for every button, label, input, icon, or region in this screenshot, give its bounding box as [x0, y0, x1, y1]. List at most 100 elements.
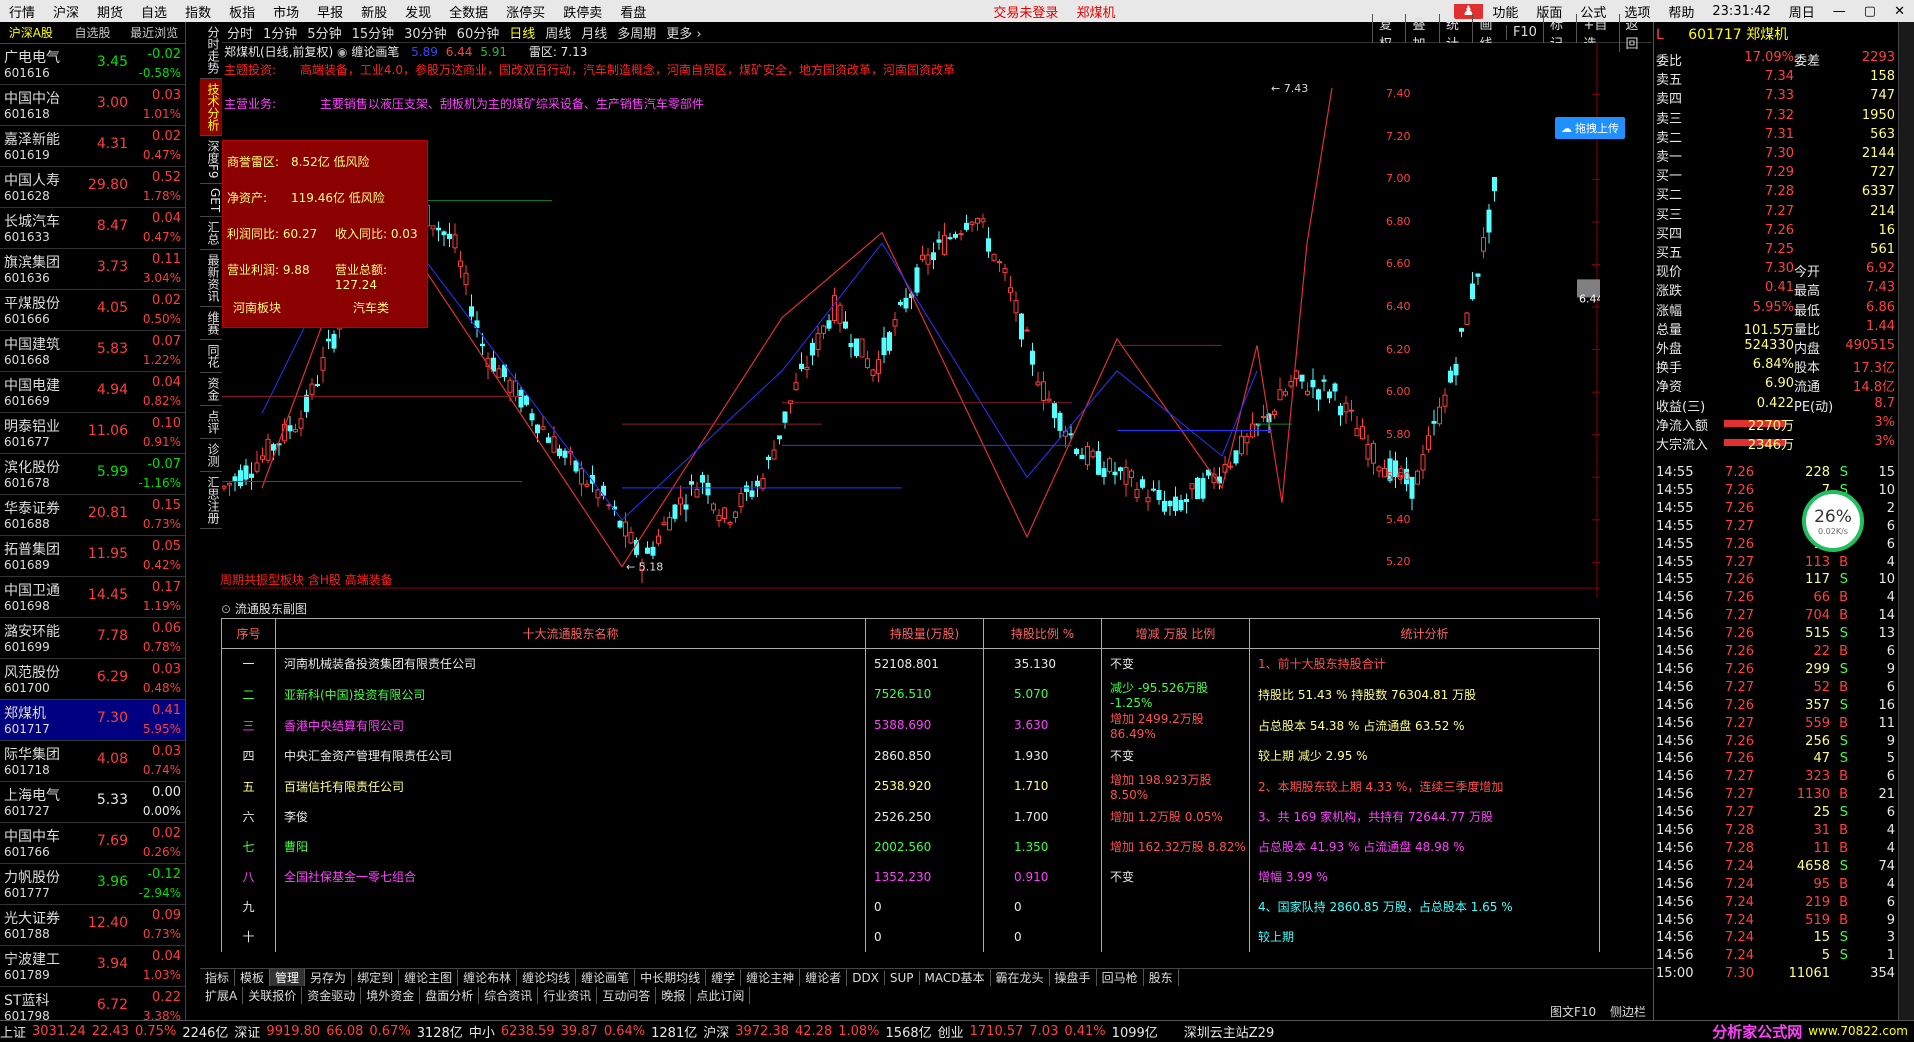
tab-recent[interactable]: 最近浏览 [123, 24, 185, 41]
period-7[interactable]: 周线 [540, 23, 576, 42]
table-row[interactable]: 一河南机械装备投资集团有限责任公司 52108.801 35.130 不变 1、前十大股… [221, 648, 1600, 679]
period-0[interactable]: 分时 [222, 23, 258, 42]
vtab-0[interactable]: 分时走势 [200, 22, 222, 79]
indicator-5[interactable]: 缠论主图 [399, 969, 459, 986]
restore-icon[interactable]: ▢ [1855, 4, 1885, 19]
stock-row[interactable]: 中国人寿 601628 29.80 0.52 1.78% [0, 167, 185, 208]
stock-row[interactable]: 明泰铝业 601677 11.06 0.10 0.91% [0, 413, 185, 454]
period-9[interactable]: 多周期 [612, 23, 661, 42]
menu-item-11[interactable]: 涨停买 [497, 2, 554, 21]
indicator-15[interactable]: MACD基本 [920, 969, 991, 986]
stock-row[interactable]: 中国电建 601669 4.94 0.04 0.82% [0, 372, 185, 413]
table-row[interactable]: 四中央汇金资产管理有限责任公司 2860.850 1.930 不变 较上期 减少 2.9… [221, 740, 1600, 771]
tab-hs-a[interactable]: 沪深A股 [0, 24, 62, 41]
minimize-icon[interactable]: — [1824, 4, 1855, 19]
table-row[interactable]: 八全国社保基金一零七组合 1352.230 0.910 不变 增幅 3.99 % [221, 861, 1600, 892]
extension-5[interactable]: 综合资讯 [479, 986, 539, 1004]
period-6[interactable]: 日线 [504, 23, 540, 42]
indicator-13[interactable]: DDX [847, 970, 885, 985]
stock-row[interactable]: 中国卫通 601698 14.45 0.17 1.19% [0, 577, 185, 618]
tool-4[interactable]: F10 [1505, 25, 1543, 40]
shareholder-tab[interactable]: ⊙ 流通股东副图 [221, 600, 307, 617]
period-10[interactable]: 更多 › [661, 23, 706, 42]
menu-item-3[interactable]: 自选 [132, 2, 176, 21]
period-2[interactable]: 5分钟 [302, 23, 346, 42]
menu-item-12[interactable]: 跌停卖 [554, 2, 611, 21]
vtab-5[interactable]: 最新资讯 [200, 250, 222, 307]
indicator-10[interactable]: 缠学 [706, 969, 742, 986]
table-row[interactable]: 三香港中央结算有限公司 5388.690 3.630 增加 2499.2万股 86.4… [221, 709, 1600, 741]
menu-item-9[interactable]: 发现 [396, 2, 440, 21]
collapse-icon[interactable]: ⊙ [221, 602, 231, 616]
menu-item-5[interactable]: 板指 [220, 2, 264, 21]
table-row[interactable]: 六李俊 2526.250 1.700 增加 1.2万股 0.05% 3、共 169 家机… [221, 801, 1600, 832]
indicator-9[interactable]: 中长期均线 [635, 969, 707, 986]
index-zx-label[interactable]: 中小 [469, 1022, 495, 1041]
indicator-14[interactable]: SUP [885, 970, 920, 985]
extension-0[interactable]: 扩展A [200, 986, 244, 1004]
extension-7[interactable]: 互动问答 [597, 986, 657, 1004]
vtab-10[interactable]: 诊测 [200, 439, 222, 472]
index-sz-label[interactable]: 深证 [234, 1022, 260, 1041]
table-row[interactable]: 十 0 0 较上期 [221, 921, 1600, 952]
extension-4[interactable]: 盘面分析 [420, 986, 480, 1004]
stock-row[interactable]: 宁波建工 601789 3.94 0.04 1.03% [0, 946, 185, 987]
server-name[interactable]: 深圳云主站Z29 [1184, 1022, 1274, 1041]
menu-item-6[interactable]: 市场 [264, 2, 308, 21]
period-5[interactable]: 60分钟 [452, 23, 505, 42]
stock-row[interactable]: 广电电气 601616 3.45 -0.02 -0.58% [0, 44, 185, 85]
table-row[interactable]: 五百瑞信托有限责任公司 2538.920 1.710 增加 198.923万股 8.5… [221, 770, 1600, 802]
tab-favorites[interactable]: 自选股 [62, 24, 124, 41]
stock-row[interactable]: 中国中车 601766 7.69 0.02 0.26% [0, 823, 185, 864]
indicator-11[interactable]: 缠论主神 [741, 969, 801, 986]
extension-2[interactable]: 资金驱动 [302, 986, 362, 1004]
stock-row[interactable]: 滨化股份 601678 5.99 -0.07 -1.16% [0, 454, 185, 495]
index-cy-label[interactable]: 创业 [938, 1022, 964, 1041]
stock-row[interactable]: 际华集团 601718 4.08 0.03 0.74% [0, 741, 185, 782]
vtab-4[interactable]: 汇总 [200, 217, 222, 250]
menu-item-2[interactable]: 期货 [88, 2, 132, 21]
menu-item-4[interactable]: 指数 [176, 2, 220, 21]
indicator-2[interactable]: 管理 [270, 969, 306, 986]
stock-row[interactable]: 中国中冶 601618 3.00 0.03 1.01% [0, 85, 185, 126]
extension-9[interactable]: 点此订阅 [691, 986, 751, 1004]
stock-row[interactable]: 光大证券 601788 12.40 0.09 0.73% [0, 905, 185, 946]
login-status[interactable]: 交易未登录 [984, 2, 1067, 21]
menu-item-7[interactable]: 早报 [308, 2, 352, 21]
indicator-3[interactable]: 另存为 [305, 969, 353, 986]
indicator-12[interactable]: 缠论者 [800, 969, 848, 986]
indicator-4[interactable]: 绑定到 [352, 969, 400, 986]
sidebar-toggle[interactable]: 侧边栏 [1610, 1003, 1646, 1020]
menu-item-13[interactable]: 看盘 [611, 2, 655, 21]
vtab-8[interactable]: 资金 [200, 373, 222, 406]
extension-8[interactable]: 晚报 [656, 986, 692, 1004]
stock-row[interactable]: 长城汽车 601633 8.47 0.04 0.47% [0, 208, 185, 249]
stock-row[interactable]: 上海电气 601727 5.33 0.00 0.00% [0, 782, 185, 823]
extension-6[interactable]: 行业资讯 [538, 986, 598, 1004]
indicator-19[interactable]: 股东 [1144, 969, 1179, 986]
vtab-9[interactable]: 点评 [200, 406, 222, 439]
table-row[interactable]: 七曹阳 2002.560 1.350 增加 162.32万股 8.82% 占总股本 41… [221, 831, 1600, 862]
stock-row[interactable]: 华泰证券 601688 20.81 0.15 0.73% [0, 495, 185, 536]
table-row[interactable]: 九 0 0 4、国家队持 2860.85 万股，占总股本 1.65 % [221, 891, 1600, 922]
f10-button[interactable]: 图文F10 [1550, 1003, 1596, 1020]
vtab-7[interactable]: 同花 [200, 340, 222, 373]
vtab-6[interactable]: 维赛 [200, 307, 222, 340]
stock-row[interactable]: 平煤股份 601666 4.05 0.02 0.50% [0, 290, 185, 331]
menu-item-10[interactable]: 全数据 [440, 2, 497, 21]
stock-row[interactable]: 郑煤机 601717 7.30 0.41 5.95% [0, 700, 185, 741]
upload-button[interactable]: ☁ 拖拽上传 [1555, 117, 1625, 139]
indicator-1[interactable]: 模板 [235, 969, 271, 986]
period-4[interactable]: 30分钟 [399, 23, 452, 42]
indicator-16[interactable]: 霸在龙头 [991, 969, 1050, 986]
table-row[interactable]: 二亚新科(中国)投资有限公司 7526.510 5.070 减少 -95.526万股 … [221, 678, 1600, 710]
vtab-2[interactable]: 深度F9 [200, 136, 222, 184]
menu-item-0[interactable]: 行情 [0, 2, 44, 21]
indicator-0[interactable]: 指标 [200, 969, 236, 986]
vtab-11[interactable]: 汇思注册 [200, 472, 222, 529]
stock-row[interactable]: 旗滨集团 601636 3.73 0.11 3.04% [0, 249, 185, 290]
period-8[interactable]: 月线 [576, 23, 612, 42]
vtab-1[interactable]: 技术分析 [200, 79, 222, 136]
stock-row[interactable]: 风范股份 601700 6.29 0.03 0.48% [0, 659, 185, 700]
indicator-18[interactable]: 回马枪 [1097, 969, 1144, 986]
